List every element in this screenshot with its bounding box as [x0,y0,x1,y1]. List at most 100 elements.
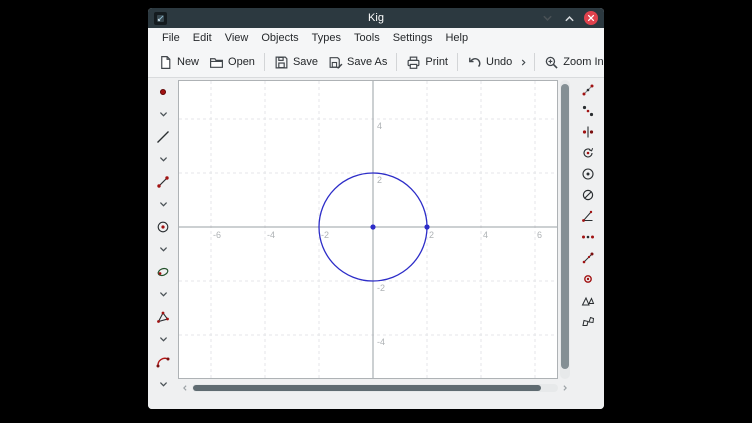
zoom-in-icon [544,55,559,70]
test-tool-button[interactable] [580,271,596,287]
window-title: Kig [148,12,604,24]
projectivity-tool-icon [581,314,595,328]
menu-objects[interactable]: Objects [259,32,300,44]
toolbar: New Open Save Save As Print Undo Zoom In [148,47,604,78]
maximize-button[interactable] [562,11,576,25]
left-toolbar [148,78,178,397]
point-tool-button[interactable] [155,84,171,100]
tool-group-expander[interactable] [157,108,170,121]
print-button[interactable]: Print [402,52,452,73]
inversion-tool-icon [581,167,595,181]
scroll-left-button[interactable] [180,384,190,392]
tool-group-expander[interactable] [157,378,170,391]
similarity-tool-icon [581,293,595,307]
horizontal-scrollbar[interactable] [192,384,558,392]
tool-group-expander[interactable] [157,288,170,301]
close-button[interactable] [584,11,598,25]
scale-tool-button[interactable] [580,250,596,266]
open-folder-icon [209,55,224,70]
menubar: File Edit View Objects Types Tools Settings Hel… [148,28,604,47]
similarity-tool-button[interactable] [580,292,596,308]
menu-edit[interactable]: Edit [191,32,214,44]
save-as-button[interactable]: Save As [324,52,391,73]
toolbar-button-label: Undo [486,56,512,68]
projectivity-tool-button[interactable] [580,313,596,329]
segment-tool-button[interactable] [155,174,171,190]
save-as-icon [328,55,343,70]
scale-tool-icon [581,251,595,265]
zoom-in-button[interactable]: Zoom In [540,52,604,73]
titlebar[interactable]: Kig [148,8,604,28]
menu-types[interactable]: Types [310,32,343,44]
close-icon [585,12,597,24]
chevron-down-icon [158,154,169,165]
translate-tool-button[interactable] [580,82,596,98]
toolbar-button-label: New [177,56,199,68]
axis-tick-label: 2 [429,230,434,240]
central-symmetry-button[interactable] [580,103,596,119]
midpoint-tool-icon [581,230,595,244]
midpoint-tool-button[interactable] [580,229,596,245]
inversion-tool-button[interactable] [580,166,596,182]
translate-tool-icon [581,83,595,97]
vertical-scrollbar[interactable] [560,80,570,379]
tool-group-expander[interactable] [157,243,170,256]
line-tool-button[interactable] [155,129,171,145]
axis-tick-label: 4 [377,121,382,131]
polygon-tool-button[interactable] [155,309,171,325]
toolbar-overflow-button[interactable] [519,58,528,67]
menu-view[interactable]: View [223,32,251,44]
menu-settings[interactable]: Settings [391,32,435,44]
menu-file[interactable]: File [160,32,182,44]
central-symmetry-icon [581,104,595,118]
geometry-figure[interactable]: -6-4-224642-2-4 [179,81,557,378]
horizontal-scrollbar-thumb[interactable] [193,385,541,391]
canvas-area: -6-4-224642-2-4 [178,78,572,397]
circle-tool-button[interactable] [155,219,171,235]
plot-area[interactable]: -6-4-224642-2-4 [178,80,558,379]
canvas-row: -6-4-224642-2-4 [178,80,572,379]
menu-help[interactable]: Help [443,32,470,44]
hide-object-button[interactable] [580,187,596,203]
point-object[interactable] [370,224,375,229]
axis-tick-label: -4 [377,337,385,347]
chevron-down-icon [158,244,169,255]
axial-reflection-button[interactable] [580,124,596,140]
axis-tick-label: 2 [377,175,382,185]
chevron-down-icon [158,109,169,120]
tool-group-expander[interactable] [157,153,170,166]
conic-tool-button[interactable] [155,264,171,280]
axis-tick-label: 6 [537,230,542,240]
hscroll-row [178,379,572,397]
vertical-scrollbar-thumb[interactable] [561,84,569,369]
axis-tick-label: -2 [377,283,385,293]
open-button[interactable]: Open [205,52,259,73]
rotation-tool-button[interactable] [580,145,596,161]
point-object[interactable] [424,224,429,229]
tool-group-expander[interactable] [157,198,170,211]
toolbar-button-label: Print [425,56,448,68]
right-toolbar [572,78,604,397]
test-tool-icon [581,272,595,286]
point-tool-icon [156,85,170,99]
menu-tools[interactable]: Tools [352,32,382,44]
undo-icon [467,55,482,70]
scroll-right-button[interactable] [560,384,570,392]
desktop: { "window": { "title": "Kig", "controls"… [0,0,752,423]
toolbar-separator [457,53,458,71]
axis-tick-label: 4 [483,230,488,240]
undo-button[interactable]: Undo [463,52,516,73]
arc-tool-icon [156,355,170,369]
polygon-tool-icon [156,310,170,324]
tool-group-expander[interactable] [157,333,170,346]
toolbar-button-label: Save As [347,56,387,68]
new-button[interactable]: New [154,52,203,73]
minimize-button[interactable] [540,11,554,25]
main: -6-4-224642-2-4 [148,78,604,397]
angle-tool-button[interactable] [580,208,596,224]
angle-tool-icon [581,209,595,223]
arc-tool-button[interactable] [155,354,171,370]
chevron-down-icon [158,199,169,210]
chevron-up-icon [563,12,576,25]
save-button[interactable]: Save [270,52,322,73]
